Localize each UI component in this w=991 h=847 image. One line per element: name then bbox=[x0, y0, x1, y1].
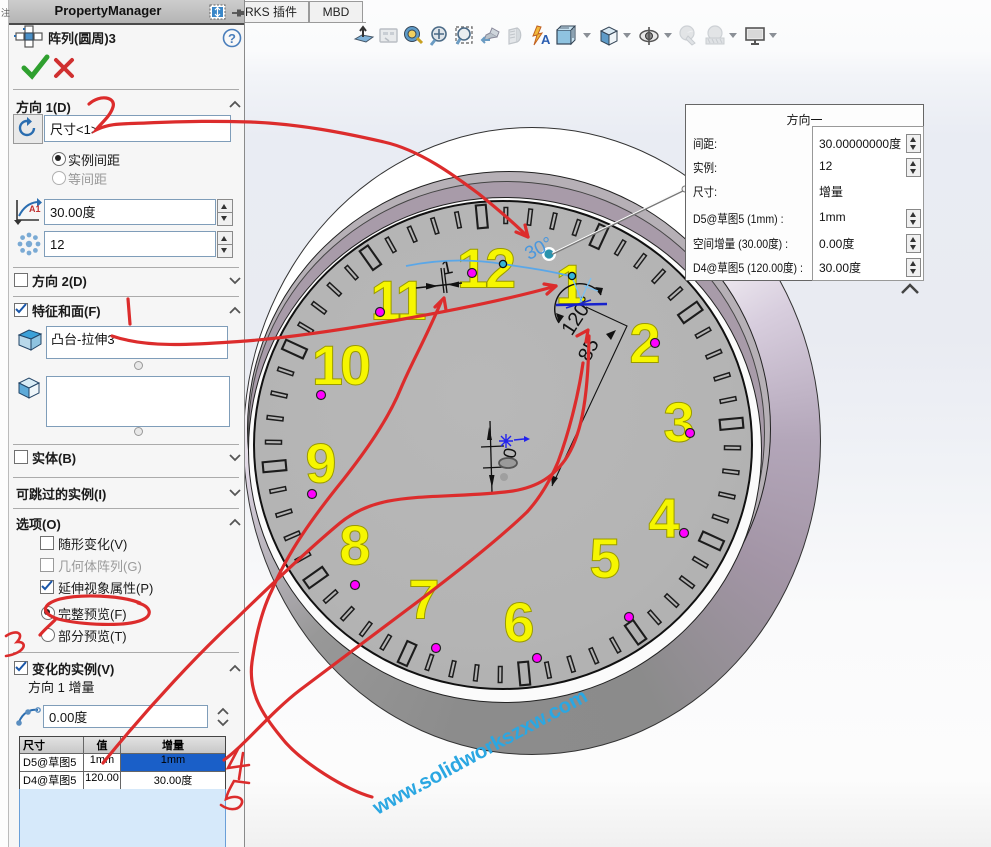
svg-text:85: 85 bbox=[574, 335, 604, 365]
svg-text:7: 7 bbox=[408, 568, 439, 631]
svg-text:10: 10 bbox=[312, 334, 369, 397]
svg-text:?: ? bbox=[228, 31, 236, 46]
svg-text:4: 4 bbox=[648, 487, 679, 550]
svg-text:5: 5 bbox=[589, 527, 620, 590]
svg-text:8: 8 bbox=[339, 514, 370, 577]
svg-text:12: 12 bbox=[457, 237, 514, 300]
svg-text:A1: A1 bbox=[29, 204, 41, 214]
svg-text:11: 11 bbox=[370, 269, 425, 332]
svg-text:3: 3 bbox=[663, 391, 694, 454]
svg-text:9: 9 bbox=[305, 432, 336, 495]
svg-text:www.solidworkszxw.com: www.solidworkszxw.com bbox=[368, 685, 591, 820]
svg-text:A: A bbox=[541, 32, 551, 47]
svg-text:6: 6 bbox=[503, 591, 534, 654]
